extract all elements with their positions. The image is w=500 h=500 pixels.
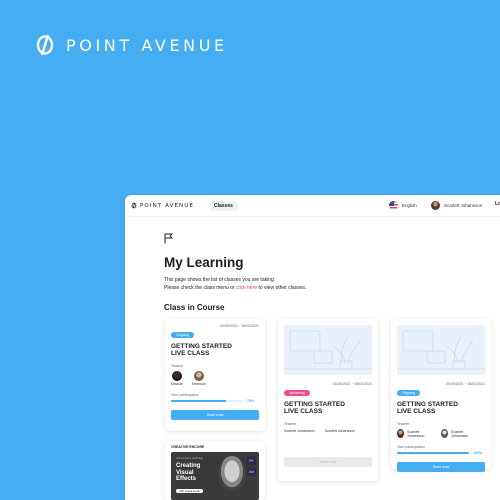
logout-link[interactable]: Lo bbox=[495, 201, 500, 207]
class-thumbnail bbox=[284, 325, 372, 375]
promo-instructor: with Jessa Lamb bbox=[176, 489, 203, 493]
teacher[interactable]: Scarlett Johansson bbox=[441, 429, 475, 438]
teacher-name: Scarlett Johansson bbox=[451, 429, 469, 438]
desk-illustration-icon bbox=[284, 330, 372, 370]
desk-illustration-icon bbox=[397, 330, 485, 370]
language-label: English bbox=[402, 203, 417, 208]
teacher[interactable]: Emerson bbox=[192, 371, 206, 386]
point-avenue-logo-icon bbox=[131, 202, 137, 209]
promo-title-line: Creating bbox=[176, 463, 201, 469]
teacher[interactable]: Scarlett Johansson bbox=[325, 429, 356, 433]
description-line-1: This page shows the list of classes you … bbox=[164, 277, 276, 283]
page-title: My Learning bbox=[164, 255, 244, 270]
card-dates: 04/26/2021 ~ 05/02/2021 bbox=[219, 324, 259, 328]
card-dates: 04/26/2021 ~ 05/02/2021 bbox=[445, 382, 485, 386]
promo-title: Creating Visual Effects bbox=[176, 463, 200, 483]
instructor-photo bbox=[219, 456, 245, 490]
card-title: GETTING STARTED LIVE CLASS bbox=[397, 401, 485, 415]
premiere-app-icon: Pr bbox=[247, 456, 256, 465]
progress-bar bbox=[171, 400, 243, 402]
status-badge: Ongoing bbox=[397, 390, 421, 396]
teacher[interactable]: Scarlett Johansson bbox=[397, 429, 431, 438]
participation-progress: 76% bbox=[171, 399, 259, 403]
card-dates: 04/26/2021 ~ 05/02/2021 bbox=[332, 382, 372, 386]
avatar bbox=[441, 429, 449, 438]
progress-percent: 100% bbox=[473, 451, 483, 455]
participation-label: Your participation bbox=[397, 445, 425, 449]
us-flag-icon bbox=[389, 201, 398, 210]
class-card[interactable]: CREATIVE ENCORE Joint creative workshop … bbox=[165, 441, 265, 500]
teacher-list: Miracle Emerson bbox=[171, 371, 259, 386]
status-badge: Upcoming bbox=[284, 390, 310, 396]
start-now-button[interactable]: Start now bbox=[397, 462, 485, 472]
after-effects-app-icon: Ae bbox=[247, 467, 256, 476]
promo-subtitle: Joint creative workshop bbox=[176, 457, 204, 460]
teacher-label: Teacher bbox=[397, 422, 410, 426]
brand-name: POINT AVENUE bbox=[66, 35, 228, 55]
user-menu[interactable]: Scarlett Johansson bbox=[431, 201, 482, 210]
progress-fill bbox=[171, 400, 226, 402]
class-card[interactable]: Ongoing 04/26/2021 ~ 05/02/2021 GETTING … bbox=[391, 319, 491, 472]
start-now-button[interactable]: Start now bbox=[284, 457, 372, 467]
top-navigation-bar: POINT AVENUE Classes English Scarlett Jo… bbox=[125, 195, 500, 217]
promo-title-line: Effects bbox=[176, 476, 197, 482]
teacher-name: Miracle bbox=[171, 382, 183, 386]
progress-bar bbox=[397, 452, 469, 454]
class-card[interactable]: Upcoming 04/26/2021 ~ 05/02/2021 GETTING… bbox=[278, 319, 378, 481]
description-text: Please check the class menu or bbox=[164, 284, 236, 291]
start-now-button[interactable]: Start now bbox=[171, 410, 259, 420]
class-card[interactable]: Ongoing 04/26/2021 ~ 05/02/2021 GETTING … bbox=[165, 319, 265, 431]
teacher-name: Emerson bbox=[191, 382, 206, 386]
point-avenue-logo-icon bbox=[36, 34, 54, 56]
teacher-label: Teacher bbox=[171, 364, 184, 368]
topbar-brand[interactable]: POINT AVENUE bbox=[131, 202, 194, 209]
user-name: Scarlett Johansson bbox=[444, 203, 483, 208]
progress-percent: 76% bbox=[247, 399, 255, 403]
teacher-list: Scarlett Johansson Scarlett Johansson bbox=[397, 429, 485, 438]
card-category: CREATIVE ENCORE bbox=[171, 445, 205, 449]
teacher-list: Scarlett Johansson Scarlett Johansson bbox=[284, 429, 372, 433]
promo-image: Joint creative workshop Creating Visual … bbox=[171, 452, 259, 500]
topbar-brand-name: POINT AVENUE bbox=[140, 202, 194, 209]
avatar bbox=[193, 371, 204, 381]
language-selector[interactable]: English bbox=[389, 201, 417, 210]
card-title: GETTING STARTED LIVE CLASS bbox=[284, 401, 372, 415]
class-thumbnail bbox=[397, 325, 485, 375]
teacher-name: Scarlett Johansson bbox=[324, 429, 356, 433]
description-text: to view other classes. bbox=[257, 284, 307, 291]
page-description: This page shows the list of classes you … bbox=[164, 277, 306, 292]
section-title: Class in Course bbox=[164, 303, 225, 312]
teacher-name: Scarlett Johansson bbox=[284, 429, 315, 433]
click-here-link[interactable]: click here bbox=[236, 285, 257, 291]
tab-classes[interactable]: Classes bbox=[209, 201, 238, 211]
avatar bbox=[397, 429, 405, 438]
card-title-line: LIVE CLASS bbox=[171, 349, 210, 357]
avatar bbox=[431, 201, 440, 210]
participation-progress: 100% bbox=[397, 451, 485, 455]
app-window: POINT AVENUE Classes English Scarlett Jo… bbox=[125, 195, 500, 500]
avatar bbox=[171, 371, 182, 381]
flag-icon bbox=[164, 233, 173, 244]
teacher-label: Teacher bbox=[284, 422, 297, 426]
description-line-2: Please check the class menu or click her… bbox=[164, 285, 306, 293]
progress-fill bbox=[397, 452, 469, 454]
teacher[interactable]: Miracle bbox=[171, 371, 183, 386]
teacher[interactable]: Scarlett Johansson bbox=[284, 429, 315, 433]
card-title: GETTING STARTED LIVE CLASS bbox=[171, 343, 259, 357]
participation-label: Your participation bbox=[171, 393, 199, 397]
brand-logo: POINT AVENUE bbox=[34, 33, 228, 57]
status-badge: Ongoing bbox=[171, 332, 195, 338]
teacher-name: Scarlett Johansson bbox=[407, 429, 425, 438]
card-title-line: LIVE CLASS bbox=[284, 407, 323, 415]
card-title-line: LIVE CLASS bbox=[397, 407, 436, 415]
